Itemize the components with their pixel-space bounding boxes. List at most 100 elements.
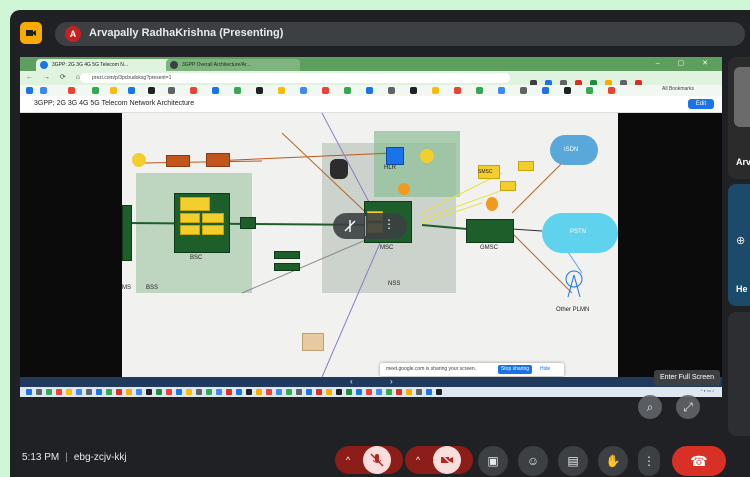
browser-tab-inactive[interactable]: 3GPP Overall Architecture/Ar... [166, 59, 300, 71]
system-tray[interactable]: ^ ◐ ▭ ♪ [701, 388, 714, 393]
bookmark-icon[interactable] [278, 87, 285, 94]
bookmark-icon[interactable] [542, 87, 549, 94]
nav-arrows-icon[interactable]: ← → ⟳ ⌂ [26, 73, 84, 81]
bookmark-icon[interactable] [476, 87, 483, 94]
all-bookmarks-label[interactable]: All Bookmarks [662, 86, 694, 92]
bookmark-icon[interactable] [322, 87, 329, 94]
taskbar-icon[interactable] [196, 389, 202, 395]
raise-hand-icon[interactable]: ✋ [598, 446, 628, 476]
taskbar-icon[interactable] [306, 389, 312, 395]
mic-options-caret-icon[interactable]: ^ [337, 446, 359, 474]
more-options-icon[interactable]: ⋮ [383, 217, 395, 231]
end-call-icon[interactable]: ☎ [672, 446, 726, 476]
participant-tile[interactable] [728, 312, 750, 436]
bookmark-icon[interactable] [168, 87, 175, 94]
taskbar-icon[interactable] [246, 389, 252, 395]
fullscreen-icon[interactable]: ⤢ [676, 395, 700, 419]
pin-off-icon[interactable] [343, 219, 357, 233]
taskbar-icon[interactable] [166, 389, 172, 395]
taskbar-icon[interactable] [146, 389, 152, 395]
taskbar-icon[interactable] [176, 389, 182, 395]
bookmark-icon[interactable] [564, 87, 571, 94]
prev-slide-icon[interactable]: ‹ [350, 377, 353, 386]
browser-tab-active[interactable]: 3GPP: 2G 3G 4G 5G Telecom N... [36, 59, 180, 71]
taskbar-icon[interactable] [156, 389, 162, 395]
bookmark-icon[interactable] [608, 87, 615, 94]
participant-tile[interactable]: ⊕ He [728, 184, 750, 306]
taskbar-icon[interactable] [436, 389, 442, 395]
taskbar-icon[interactable] [86, 389, 92, 395]
edit-button[interactable]: Edit [688, 99, 714, 109]
taskbar-icon[interactable] [336, 389, 342, 395]
camera-options-caret-icon[interactable]: ^ [407, 446, 429, 474]
presenter-pill[interactable]: A Arvapally RadhaKrishna (Presenting) [55, 22, 745, 46]
taskbar-icon[interactable] [356, 389, 362, 395]
taskbar-icon[interactable] [416, 389, 422, 395]
bookmark-icon[interactable] [128, 87, 135, 94]
taskbar-icon[interactable] [96, 389, 102, 395]
taskbar-icon[interactable] [346, 389, 352, 395]
taskbar-icon[interactable] [396, 389, 402, 395]
bookmark-icon[interactable] [110, 87, 117, 94]
taskbar-icon[interactable] [56, 389, 62, 395]
window-controls[interactable]: – ▢ ✕ [656, 59, 716, 67]
taskbar-icon[interactable] [126, 389, 132, 395]
bookmark-icon[interactable] [344, 87, 351, 94]
taskbar-icon[interactable] [76, 389, 82, 395]
bookmark-icon[interactable] [256, 87, 263, 94]
mic-off-icon[interactable] [363, 446, 391, 474]
taskbar-icon[interactable] [206, 389, 212, 395]
taskbar-icon[interactable] [366, 389, 372, 395]
bookmark-icon[interactable] [212, 87, 219, 94]
taskbar-icon[interactable] [46, 389, 52, 395]
bookmark-icon[interactable] [388, 87, 395, 94]
camera-off-icon[interactable] [433, 446, 461, 474]
taskbar-icon[interactable] [216, 389, 222, 395]
taskbar-icon[interactable] [186, 389, 192, 395]
taskbar-icon[interactable] [316, 389, 322, 395]
emoji-icon[interactable]: ☺ [518, 446, 548, 476]
bookmark-icon[interactable] [498, 87, 505, 94]
bookmark-icon[interactable] [586, 87, 593, 94]
hide-link[interactable]: Hide [540, 366, 550, 372]
zoom-icon[interactable]: ⌕ [638, 395, 662, 419]
taskbar-icon[interactable] [36, 389, 42, 395]
bookmark-icon[interactable] [410, 87, 417, 94]
taskbar-icon[interactable] [426, 389, 432, 395]
taskbar-icon[interactable] [376, 389, 382, 395]
url-field[interactable]: prezi.com/p/3pcbudoksg?present=1 [80, 73, 510, 83]
bookmark-icon[interactable] [366, 87, 373, 94]
taskbar-icon[interactable] [136, 389, 142, 395]
next-slide-icon[interactable]: › [390, 377, 393, 386]
taskbar-icon[interactable] [286, 389, 292, 395]
more-options-icon[interactable]: ⋮ [638, 446, 660, 476]
bookmark-icon[interactable] [234, 87, 241, 94]
taskbar-icon[interactable] [116, 389, 122, 395]
presentation-controls[interactable]: ⋮ [333, 213, 407, 239]
pin-icon[interactable]: ⊕ [736, 234, 745, 247]
taskbar-icon[interactable] [386, 389, 392, 395]
bookmark-icon[interactable] [432, 87, 439, 94]
taskbar-icon[interactable] [106, 389, 112, 395]
bookmark-icon[interactable] [190, 87, 197, 94]
taskbar-icon[interactable] [66, 389, 72, 395]
participant-tile[interactable]: Arv [728, 57, 750, 179]
present-screen-icon[interactable]: ▣ [478, 446, 508, 476]
bookmark-icon[interactable] [520, 87, 527, 94]
bookmark-icon[interactable] [68, 87, 75, 94]
taskbar-icon[interactable] [406, 389, 412, 395]
taskbar-icon[interactable] [226, 389, 232, 395]
bookmark-icon[interactable] [300, 87, 307, 94]
taskbar-icon[interactable] [256, 389, 262, 395]
taskbar-icon[interactable] [236, 389, 242, 395]
bookmark-icon[interactable] [148, 87, 155, 94]
taskbar-icon[interactable] [276, 389, 282, 395]
taskbar-icon[interactable] [266, 389, 272, 395]
taskbar-icon[interactable] [326, 389, 332, 395]
bookmark-icon[interactable] [40, 87, 47, 94]
captions-icon[interactable]: ▤ [558, 446, 588, 476]
stop-sharing-button[interactable]: Stop sharing [498, 365, 532, 374]
bookmark-icon[interactable] [454, 87, 461, 94]
taskbar-icon[interactable] [296, 389, 302, 395]
bookmark-icon[interactable] [26, 87, 33, 94]
